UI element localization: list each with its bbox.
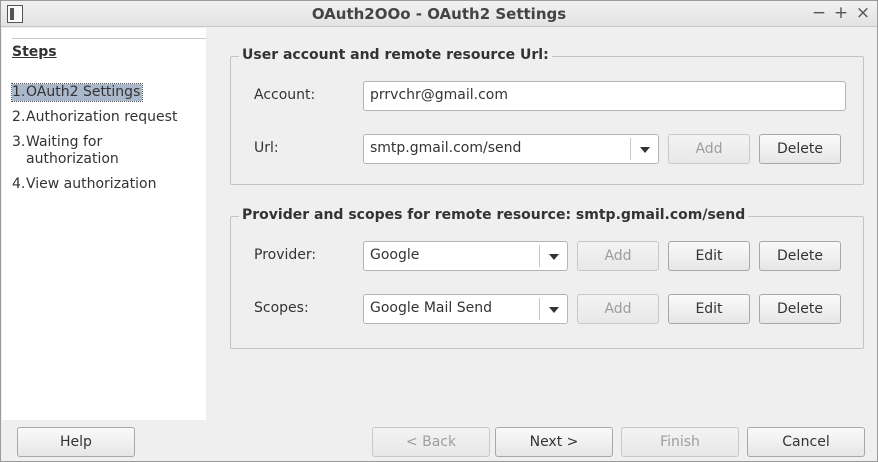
cancel-button[interactable]: Cancel xyxy=(747,427,865,457)
scopes-edit-button[interactable]: Edit xyxy=(668,294,750,324)
minimize-icon[interactable]: − xyxy=(809,3,829,23)
scopes-delete-button[interactable]: Delete xyxy=(759,294,841,324)
steps-panel: Steps 1.OAuth2 Settings 2.Authorization … xyxy=(2,28,206,420)
provider-add-button[interactable]: Add xyxy=(577,241,659,271)
step-oauth2-settings[interactable]: 1.OAuth2 Settings xyxy=(10,83,144,102)
combo-separator xyxy=(630,138,631,160)
step-label: Authorization request xyxy=(26,109,178,125)
step-authorization-request[interactable]: 2.Authorization request xyxy=(12,109,177,126)
step-view-authorization[interactable]: 4.View authorization xyxy=(12,176,156,193)
chevron-down-icon[interactable] xyxy=(640,147,650,153)
step-number: 2. xyxy=(12,109,26,125)
step-label: Waiting for xyxy=(26,134,103,150)
url-delete-button[interactable]: Delete xyxy=(759,134,841,164)
provider-edit-button[interactable]: Edit xyxy=(668,241,750,271)
step-label-line2: authorization xyxy=(26,151,119,167)
account-label: Account: xyxy=(254,87,316,103)
step-label: OAuth2 Settings xyxy=(26,84,141,100)
account-url-group-title: User account and remote resource Url: xyxy=(239,47,552,63)
window-title: OAuth2OOo - OAuth2 Settings xyxy=(311,5,567,23)
step-number: 3. xyxy=(12,134,26,150)
scopes-label: Scopes: xyxy=(254,300,309,316)
maximize-icon[interactable]: + xyxy=(831,3,851,23)
oauth2-settings-dialog: OAuth2OOo - OAuth2 Settings − + × Steps … xyxy=(0,0,878,462)
provider-scopes-group-title: Provider and scopes for remote resource:… xyxy=(239,207,749,223)
close-icon[interactable]: × xyxy=(853,3,873,23)
title-bar: OAuth2OOo - OAuth2 Settings − + × xyxy=(1,1,877,27)
provider-combobox[interactable]: Google xyxy=(363,241,568,271)
url-value: smtp.gmail.com/send xyxy=(370,140,522,156)
finish-button[interactable]: Finish xyxy=(621,427,739,457)
combo-separator xyxy=(539,298,540,320)
chevron-down-icon[interactable] xyxy=(549,254,559,260)
provider-label: Provider: xyxy=(254,247,317,263)
help-button[interactable]: Help xyxy=(17,427,135,457)
chevron-down-icon[interactable] xyxy=(549,307,559,313)
step-label: View authorization xyxy=(26,176,157,192)
scopes-combobox[interactable]: Google Mail Send xyxy=(363,294,568,324)
scopes-value: Google Mail Send xyxy=(370,300,492,316)
provider-value: Google xyxy=(370,247,420,263)
account-url-group xyxy=(230,56,864,185)
url-label: Url: xyxy=(254,140,279,156)
provider-scopes-group xyxy=(230,216,864,349)
provider-delete-button[interactable]: Delete xyxy=(759,241,841,271)
url-add-button[interactable]: Add xyxy=(668,134,750,164)
steps-divider xyxy=(12,38,206,39)
account-field[interactable]: prrvchr@gmail.com xyxy=(363,81,846,111)
steps-title: Steps xyxy=(12,44,57,60)
back-button[interactable]: < Back xyxy=(372,427,490,457)
step-number: 4. xyxy=(12,176,26,192)
step-waiting-for-authorization[interactable]: 3.Waiting for authorization xyxy=(12,134,119,168)
url-combobox[interactable]: smtp.gmail.com/send xyxy=(363,134,659,164)
scopes-add-button[interactable]: Add xyxy=(577,294,659,324)
step-number: 1. xyxy=(12,84,26,100)
combo-separator xyxy=(539,245,540,267)
next-button[interactable]: Next > xyxy=(495,427,613,457)
